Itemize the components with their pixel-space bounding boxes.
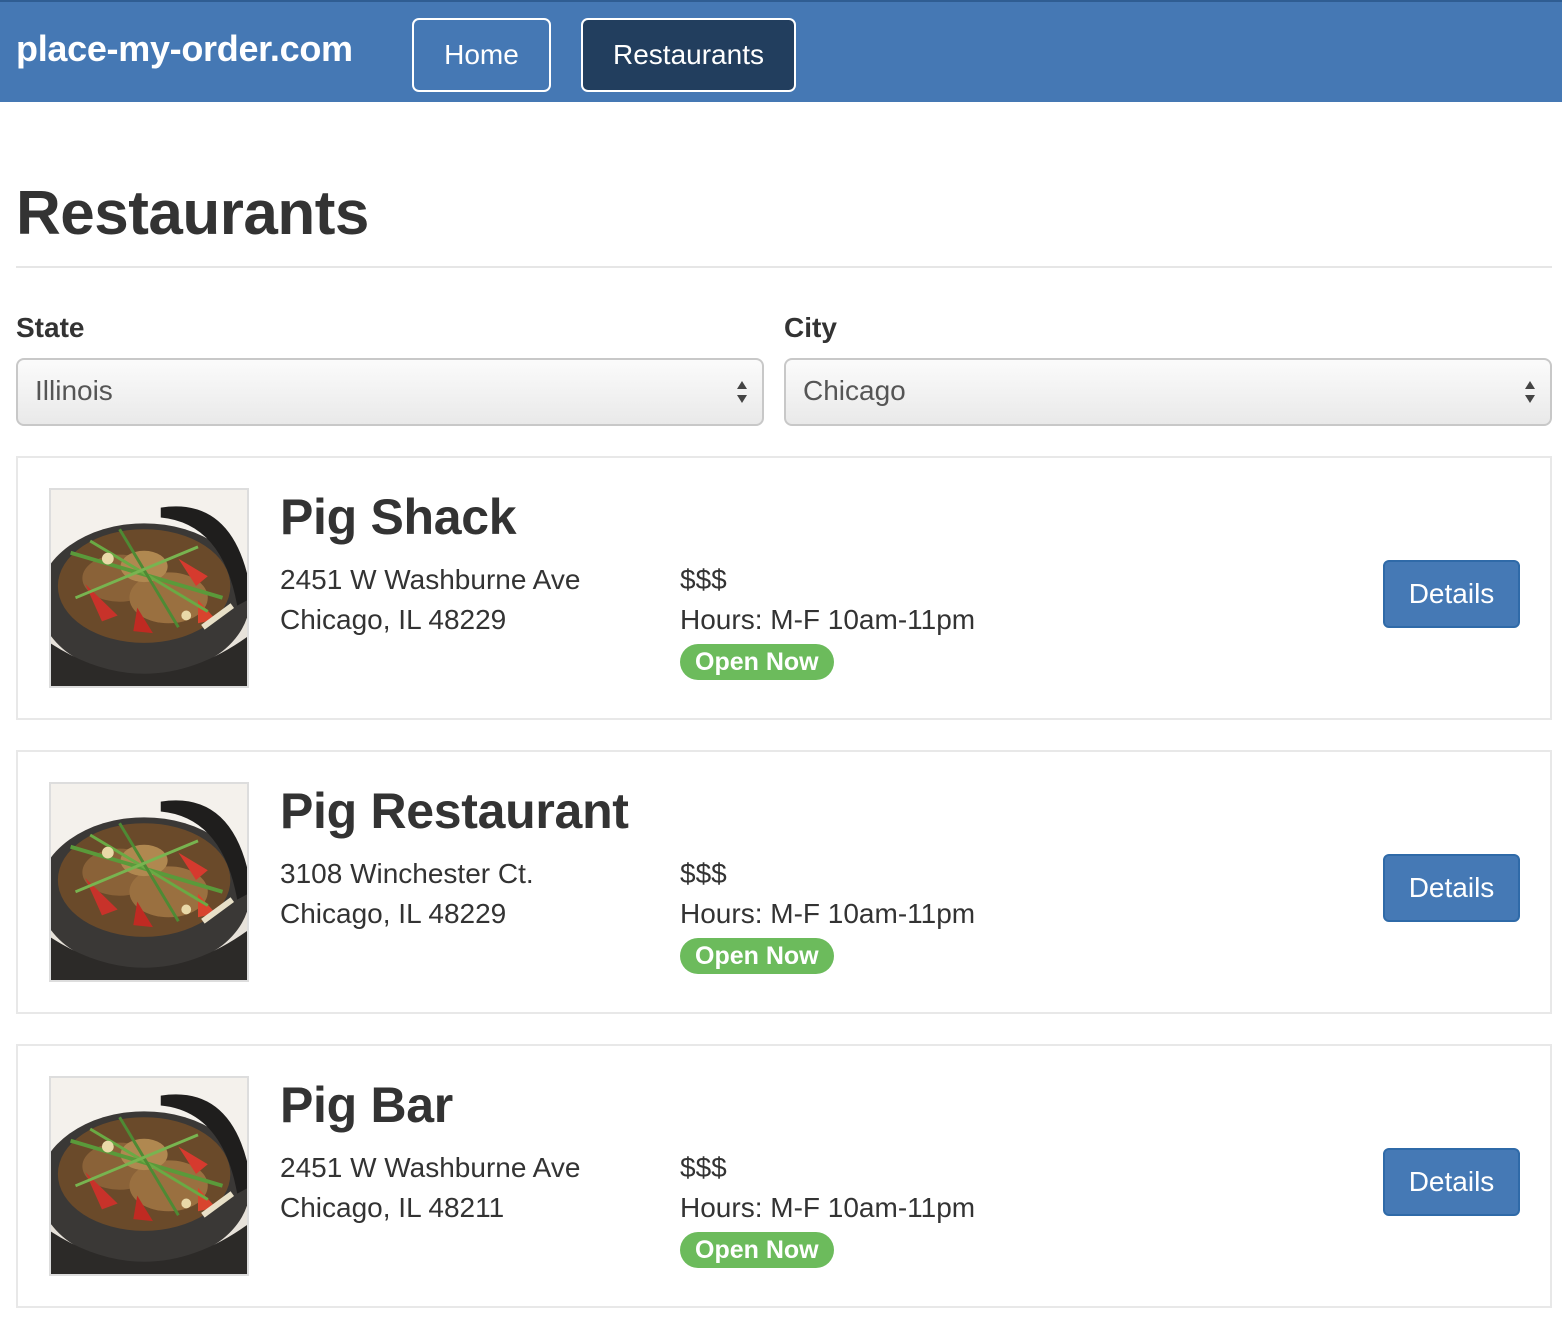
city-select[interactable]: Chicago <box>784 358 1552 426</box>
state-label: State <box>16 312 85 343</box>
restaurant-street: 3108 Winchester Ct. <box>280 858 534 889</box>
restaurant-city: Chicago, IL 48211 <box>280 1192 505 1223</box>
restaurant-price: $$$ <box>680 1152 727 1183</box>
restaurant-hours: Hours: M-F 10am-11pm <box>680 898 976 929</box>
open-now-badge: Open Now <box>680 938 834 974</box>
restaurant-street: 2451 W Washburne Ave <box>280 564 581 595</box>
page-title: Restaurants <box>16 179 369 248</box>
details-button[interactable]: Details <box>1383 1148 1520 1216</box>
restaurant-card: Pig Bar 2451 W Washburne Ave Chicago, IL… <box>16 1044 1552 1308</box>
top-navbar: place-my-order.com Home Restaurants <box>0 0 1562 102</box>
city-select-value: Chicago <box>803 375 906 406</box>
restaurant-price: $$$ <box>680 858 727 889</box>
select-arrows-icon <box>1525 381 1535 403</box>
food-dish-thumbnail-icon <box>49 782 249 982</box>
restaurant-name: Pig Shack <box>280 489 517 545</box>
restaurant-street: 2451 W Washburne Ave <box>280 1152 581 1183</box>
restaurant-city: Chicago, IL 48229 <box>280 604 507 635</box>
details-button[interactable]: Details <box>1383 854 1520 922</box>
restaurant-city: Chicago, IL 48229 <box>280 898 507 929</box>
open-now-badge: Open Now <box>680 644 834 680</box>
title-divider <box>16 266 1552 268</box>
restaurant-hours: Hours: M-F 10am-11pm <box>680 1192 976 1223</box>
nav-home-button[interactable]: Home <box>412 18 551 92</box>
restaurant-hours: Hours: M-F 10am-11pm <box>680 604 976 635</box>
brand-logo-text[interactable]: place-my-order.com <box>16 28 353 70</box>
restaurant-card: Pig Shack 2451 W Washburne Ave Chicago, … <box>16 456 1552 720</box>
restaurant-price: $$$ <box>680 564 727 595</box>
restaurant-card: Pig Restaurant 3108 Winchester Ct. Chica… <box>16 750 1552 1014</box>
state-select-value: Illinois <box>35 375 113 406</box>
restaurant-name: Pig Bar <box>280 1077 453 1133</box>
food-dish-thumbnail-icon <box>49 488 249 688</box>
open-now-badge: Open Now <box>680 1232 834 1268</box>
select-arrows-icon <box>737 381 747 403</box>
nav-restaurants-button[interactable]: Restaurants <box>581 18 796 92</box>
state-select[interactable]: Illinois <box>16 358 764 426</box>
city-label: City <box>784 312 837 343</box>
food-dish-thumbnail-icon <box>49 1076 249 1276</box>
restaurant-name: Pig Restaurant <box>280 783 629 839</box>
details-button[interactable]: Details <box>1383 560 1520 628</box>
